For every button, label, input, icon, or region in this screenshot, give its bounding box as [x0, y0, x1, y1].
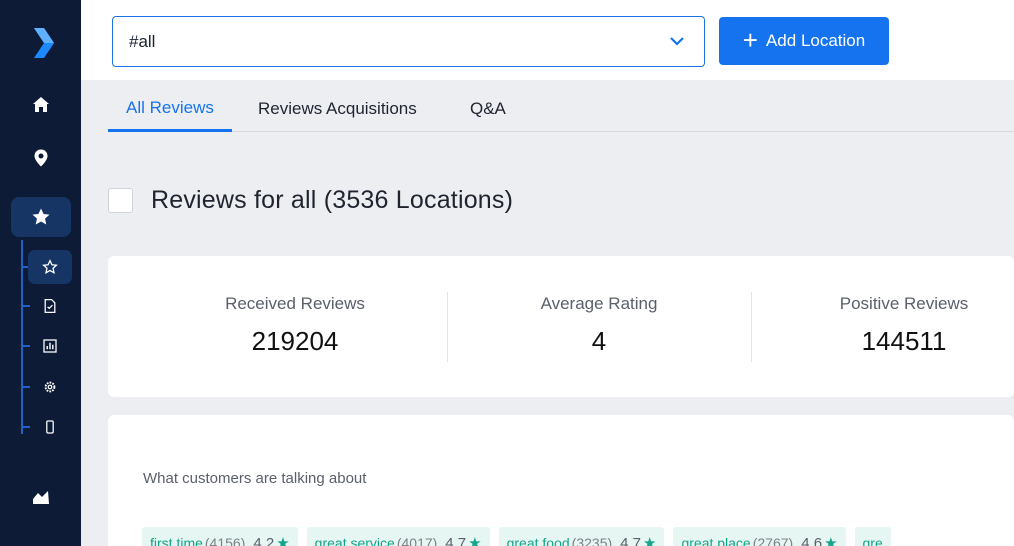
stat-label: Positive Reviews: [839, 294, 969, 313]
stats-card: Received Reviews 219204 Average Rating 4…: [108, 256, 1014, 397]
document-check-icon: [44, 298, 56, 314]
nav-more[interactable]: [11, 530, 71, 546]
nav-insights[interactable]: [11, 477, 71, 517]
chart-area-icon: [33, 491, 49, 504]
plus-icon: +: [742, 24, 758, 55]
star-icon: ★: [276, 535, 290, 546]
topic-count: (4156): [204, 535, 246, 546]
tab-label: Reviews Acquisitions: [258, 99, 417, 118]
mobile-icon: [46, 420, 54, 434]
tab-bar: All Reviews Reviews Acquisitions Q&A: [108, 86, 1014, 132]
tab-reviews-acquisitions[interactable]: Reviews Acquisitions: [258, 86, 417, 132]
page-title: Reviews for all (3536 Locations): [151, 185, 514, 214]
topbar: #all + Add Location: [81, 0, 1014, 80]
topic-chip[interactable]: great service (4017) 4.7 ★: [306, 527, 490, 546]
topic-count: (3235): [571, 535, 613, 546]
gear-icon: [44, 381, 56, 393]
topics-card: What customers are talking about first t…: [108, 415, 1014, 546]
topic-chips: first time (4156) 4.2 ★ great service (4…: [142, 527, 891, 546]
stat-value: 219204: [251, 326, 339, 356]
location-select-value: #all: [129, 31, 156, 51]
subnav-mobile[interactable]: [28, 410, 72, 444]
add-location-button[interactable]: + Add Location: [719, 17, 889, 65]
topic-rating: 4.2: [253, 534, 275, 546]
tab-label: Q&A: [470, 99, 506, 118]
title-row: Reviews for all (3536 Locations): [108, 180, 513, 220]
sidebar: [0, 0, 81, 546]
home-icon: [33, 97, 49, 112]
topics-heading: What customers are talking about: [143, 470, 367, 487]
tab-label: All Reviews: [126, 97, 214, 117]
topic-rating: 4.6: [801, 534, 823, 546]
star-icon: [32, 208, 50, 225]
tab-all-reviews[interactable]: All Reviews: [108, 86, 232, 132]
subnav-settings[interactable]: [28, 370, 72, 404]
location-pin-icon: [34, 149, 48, 167]
subnav-analytics[interactable]: [28, 329, 72, 363]
stat-value: 144511: [861, 326, 947, 356]
select-all-checkbox[interactable]: [108, 187, 133, 213]
add-location-label: Add Location: [765, 31, 866, 50]
topic-name: first time: [150, 535, 203, 546]
topic-chip[interactable]: great food (3235) 4.7 ★: [498, 527, 665, 546]
chevron-down-icon: [670, 37, 684, 46]
topic-name: great service: [314, 535, 395, 546]
tab-qa[interactable]: Q&A: [470, 86, 506, 132]
card-icon: [31, 540, 51, 546]
brand-logo-icon: [34, 28, 54, 58]
star-icon: ★: [643, 535, 657, 546]
topic-count: (4017): [396, 535, 438, 546]
star-outline-icon: [42, 259, 58, 275]
stat-value: 4: [591, 326, 607, 356]
star-icon: ★: [468, 535, 482, 546]
subnav-tree-line: [21, 240, 23, 434]
nav-locations[interactable]: [11, 138, 71, 178]
stat-positive-reviews: Positive Reviews 144511: [752, 256, 1014, 397]
stat-received-reviews: Received Reviews 219204: [144, 256, 446, 397]
stat-label: Average Rating: [540, 294, 658, 313]
topic-count: (2767): [752, 535, 794, 546]
topic-chip[interactable]: first time (4156) 4.2 ★: [142, 527, 298, 546]
topic-chip[interactable]: gre: [854, 527, 891, 546]
subnav-reviews[interactable]: [28, 250, 72, 284]
topic-chip[interactable]: great place (2767) 4.6 ★: [673, 527, 846, 546]
location-select[interactable]: #all: [112, 16, 705, 67]
topic-rating: 4.7: [620, 534, 641, 546]
nav-reviews[interactable]: [11, 197, 71, 237]
nav-home[interactable]: [11, 85, 71, 125]
bar-chart-icon: [43, 339, 57, 353]
stat-label: Received Reviews: [225, 294, 365, 313]
star-icon: ★: [824, 535, 838, 546]
subnav-reports[interactable]: [28, 289, 72, 323]
stat-average-rating: Average Rating 4: [448, 256, 750, 397]
topic-rating: 4.7: [445, 534, 467, 546]
topic-name: great place: [681, 535, 751, 546]
topic-name: great food: [506, 535, 570, 546]
topic-name: gre: [862, 535, 883, 546]
